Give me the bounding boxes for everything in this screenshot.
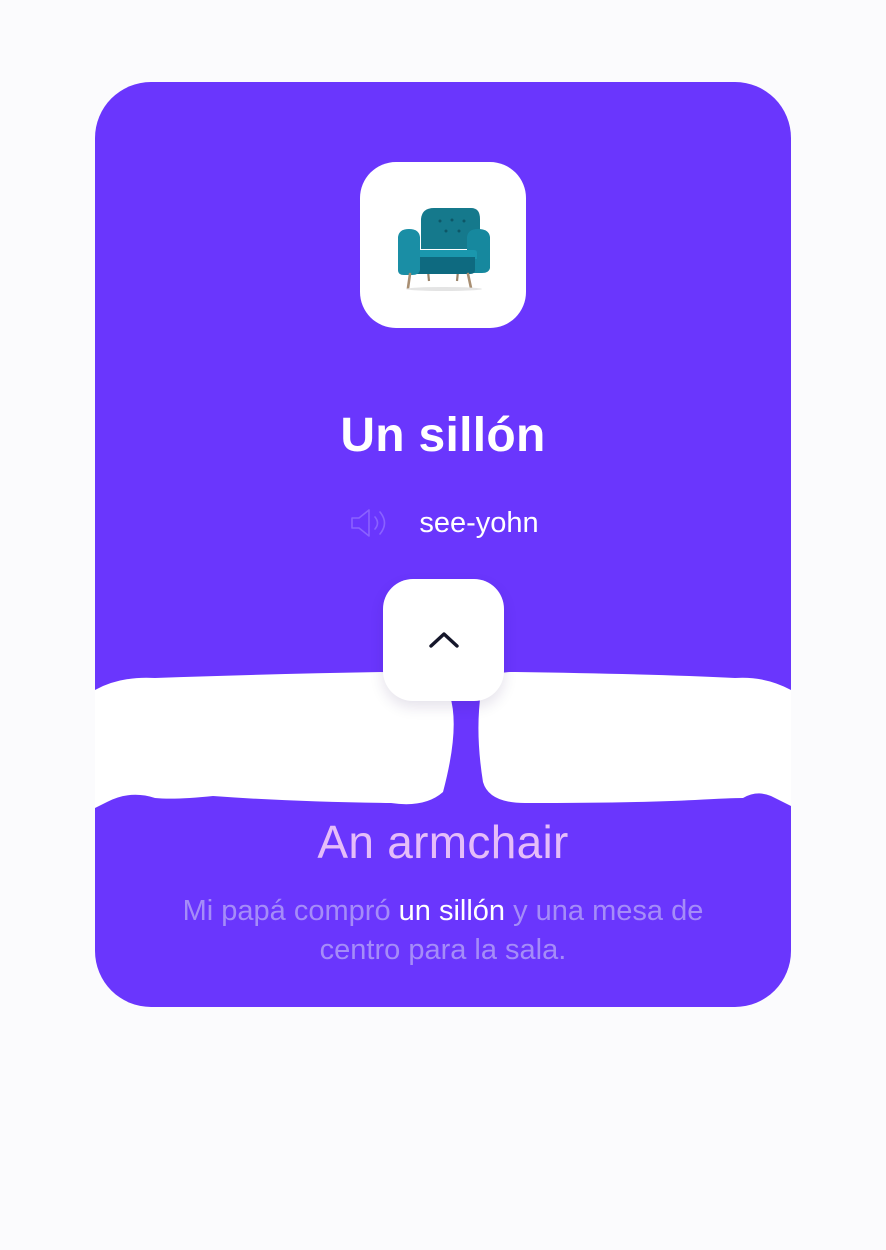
armchair-image (398, 208, 490, 291)
chevron-up-icon (428, 632, 459, 648)
reveal-button[interactable] (383, 579, 504, 701)
pronunciation-row: see-yohn (95, 502, 791, 544)
word-title: Un sillón (340, 409, 546, 462)
sentence-highlight: un sillón (398, 895, 506, 927)
flashcard: Un sillón see-yohn An armchair Mi papá c… (95, 82, 791, 1007)
example-sentence: Mi papá compró un sillón y una mesa de c… (155, 892, 731, 970)
translation-text: An armchair (317, 816, 569, 868)
word-image-tile (360, 162, 526, 328)
speaker-icon[interactable] (347, 505, 395, 541)
pronunciation-text: see-yohn (419, 507, 539, 539)
sentence-part: Mi papá compró (182, 895, 399, 927)
